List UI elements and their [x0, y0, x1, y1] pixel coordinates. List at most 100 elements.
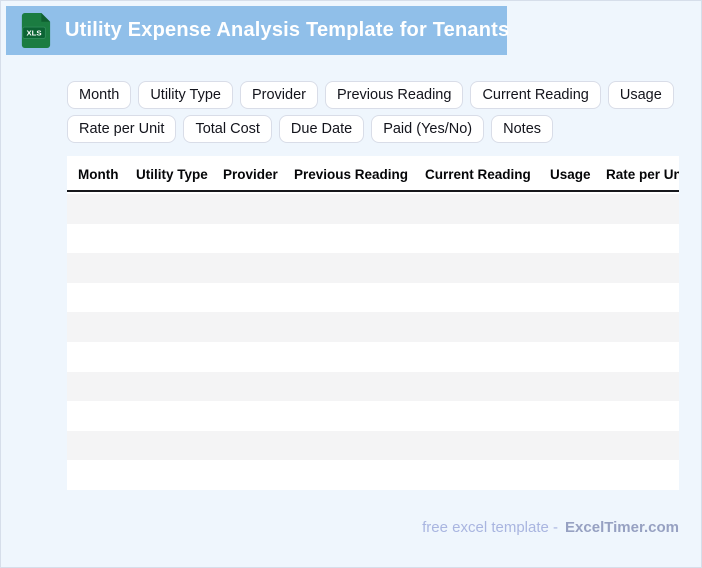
column-header-previous-reading: Previous Reading	[283, 156, 414, 192]
empty-cell	[414, 224, 539, 254]
empty-cell	[125, 342, 212, 372]
empty-cell	[414, 460, 539, 490]
empty-cell	[283, 253, 414, 283]
empty-cell	[125, 194, 212, 224]
spreadsheet-preview: Month Utility Type Provider Previous Readin…	[67, 156, 679, 493]
empty-cell	[125, 431, 212, 461]
empty-cell	[212, 253, 283, 283]
footer-credit: free excel template - ExcelTimer.com	[422, 519, 679, 536]
empty-cell	[283, 460, 414, 490]
empty-cell	[414, 372, 539, 402]
column-chip-due-date[interactable]: Due Date	[278, 115, 365, 143]
empty-cell	[595, 460, 679, 490]
empty-cell	[595, 283, 679, 313]
table-row	[67, 460, 679, 490]
empty-cell	[283, 312, 414, 342]
table-row	[67, 401, 679, 431]
empty-cell	[414, 312, 539, 342]
empty-cell	[539, 224, 595, 254]
empty-cell	[414, 342, 539, 372]
empty-cell	[125, 224, 212, 254]
empty-cell	[414, 431, 539, 461]
column-chip-usage[interactable]: Usage	[607, 81, 674, 109]
table-row	[67, 223, 679, 254]
empty-cell	[125, 372, 212, 402]
column-header-current-reading: Current Reading	[414, 156, 539, 192]
table-header-row: Month Utility Type Provider Previous Readin…	[67, 156, 679, 192]
empty-cell	[595, 253, 679, 283]
empty-cell	[212, 283, 283, 313]
empty-cell	[414, 194, 539, 224]
column-chip-month[interactable]: Month	[67, 81, 132, 109]
chip-row-2: Rate per Unit Total Cost Due Date Paid (Yes…	[67, 115, 554, 143]
empty-cell	[212, 401, 283, 431]
column-header-usage: Usage	[539, 156, 595, 192]
empty-cell	[539, 342, 595, 372]
table-row	[67, 282, 679, 313]
footer-brand-link[interactable]: ExcelTimer.com	[565, 519, 679, 536]
table-row	[67, 430, 679, 461]
table-row	[67, 312, 679, 342]
empty-cell	[539, 401, 595, 431]
empty-cell	[595, 431, 679, 461]
empty-cell	[539, 253, 595, 283]
empty-cell	[414, 401, 539, 431]
empty-cell	[283, 194, 414, 224]
empty-cell	[125, 460, 212, 490]
footer-tagline: free excel template -	[422, 519, 559, 536]
column-chip-notes[interactable]: Notes	[491, 115, 554, 143]
empty-cell	[212, 224, 283, 254]
empty-cell	[283, 431, 414, 461]
empty-cell	[539, 372, 595, 402]
empty-cell	[595, 342, 679, 372]
xls-file-icon: XLS	[21, 12, 51, 49]
template-preview-page: XLS Utility Expense Analysis Template fo…	[0, 0, 702, 568]
empty-cell	[125, 312, 212, 342]
empty-cell	[125, 253, 212, 283]
empty-cell	[539, 460, 595, 490]
empty-cell	[212, 372, 283, 402]
empty-cell	[539, 431, 595, 461]
column-chip-provider[interactable]: Provider	[239, 81, 318, 109]
empty-cell	[595, 401, 679, 431]
empty-cell	[67, 283, 125, 313]
empty-cell	[67, 342, 125, 372]
column-header-provider: Provider	[212, 156, 283, 192]
column-chip-rate-per-unit[interactable]: Rate per Unit	[67, 115, 177, 143]
column-chip-total-cost[interactable]: Total Cost	[183, 115, 272, 143]
column-chips: Month Utility Type Provider Previous Readin…	[67, 81, 674, 143]
table-body	[67, 191, 679, 490]
empty-cell	[125, 401, 212, 431]
empty-cell	[539, 194, 595, 224]
column-chip-paid-yes-no[interactable]: Paid (Yes/No)	[371, 115, 485, 143]
page-title: Utility Expense Analysis Template for Te…	[65, 19, 510, 41]
empty-cell	[283, 283, 414, 313]
empty-cell	[283, 342, 414, 372]
empty-cell	[539, 283, 595, 313]
empty-cell	[125, 283, 212, 313]
empty-cell	[212, 312, 283, 342]
empty-cell	[67, 372, 125, 402]
empty-cell	[67, 431, 125, 461]
xls-badge-text: XLS	[26, 29, 41, 38]
empty-cell	[67, 194, 125, 224]
table-row	[67, 253, 679, 283]
empty-cell	[595, 372, 679, 402]
column-chip-utility-type[interactable]: Utility Type	[138, 81, 233, 109]
column-header-rate-per-unit: Rate per Unit	[595, 156, 679, 192]
empty-cell	[595, 224, 679, 254]
column-chip-previous-reading[interactable]: Previous Reading	[324, 81, 464, 109]
empty-cell	[67, 224, 125, 254]
empty-cell	[67, 312, 125, 342]
table-row	[67, 371, 679, 402]
expense-table: Month Utility Type Provider Previous Readin…	[67, 156, 679, 490]
empty-cell	[67, 460, 125, 490]
column-header-utility-type: Utility Type	[125, 156, 212, 192]
empty-cell	[539, 312, 595, 342]
empty-cell	[67, 253, 125, 283]
empty-cell	[595, 312, 679, 342]
empty-cell	[212, 194, 283, 224]
column-chip-current-reading[interactable]: Current Reading	[470, 81, 601, 109]
empty-cell	[212, 431, 283, 461]
table-row	[67, 194, 679, 224]
